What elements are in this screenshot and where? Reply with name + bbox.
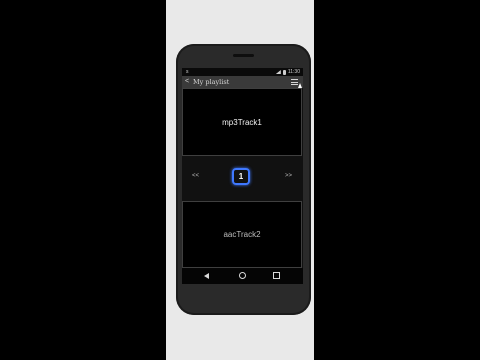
signal-icon — [275, 70, 281, 74]
menu-line — [291, 81, 298, 83]
pager: << 1 >> — [182, 156, 303, 201]
status-bar: s 11:30 — [182, 68, 303, 76]
next-page-button[interactable]: >> — [285, 173, 292, 179]
system-nav-bar — [182, 268, 303, 284]
nav-recents-icon[interactable] — [273, 272, 280, 279]
menu-icon[interactable] — [291, 79, 298, 85]
status-right-group: 11:30 — [275, 68, 300, 76]
nav-back-icon[interactable] — [204, 273, 209, 279]
menu-line — [291, 84, 298, 85]
page-title: My playlist — [193, 78, 230, 86]
status-notification-icon: s — [186, 69, 189, 75]
track-label: aacTrack2 — [223, 230, 261, 239]
track-card-2[interactable]: aacTrack2 — [182, 201, 302, 268]
page-number-label: 1 — [238, 172, 244, 181]
track-card-1[interactable]: mp3Track1 — [182, 88, 302, 156]
nav-home-icon[interactable] — [239, 272, 246, 279]
phone-speaker — [233, 54, 254, 57]
menu-line — [291, 79, 298, 80]
phone-screen: s 11:30 < My playlist mp3Track1 << 1 >> … — [182, 68, 303, 284]
app-bar: < My playlist — [182, 76, 303, 88]
battery-icon — [282, 69, 286, 75]
page-number[interactable]: 1 — [232, 168, 250, 185]
status-time: 11:30 — [287, 69, 300, 75]
prev-page-button[interactable]: << — [192, 173, 199, 179]
track-label: mp3Track1 — [222, 117, 262, 127]
back-button[interactable]: < — [185, 76, 189, 88]
